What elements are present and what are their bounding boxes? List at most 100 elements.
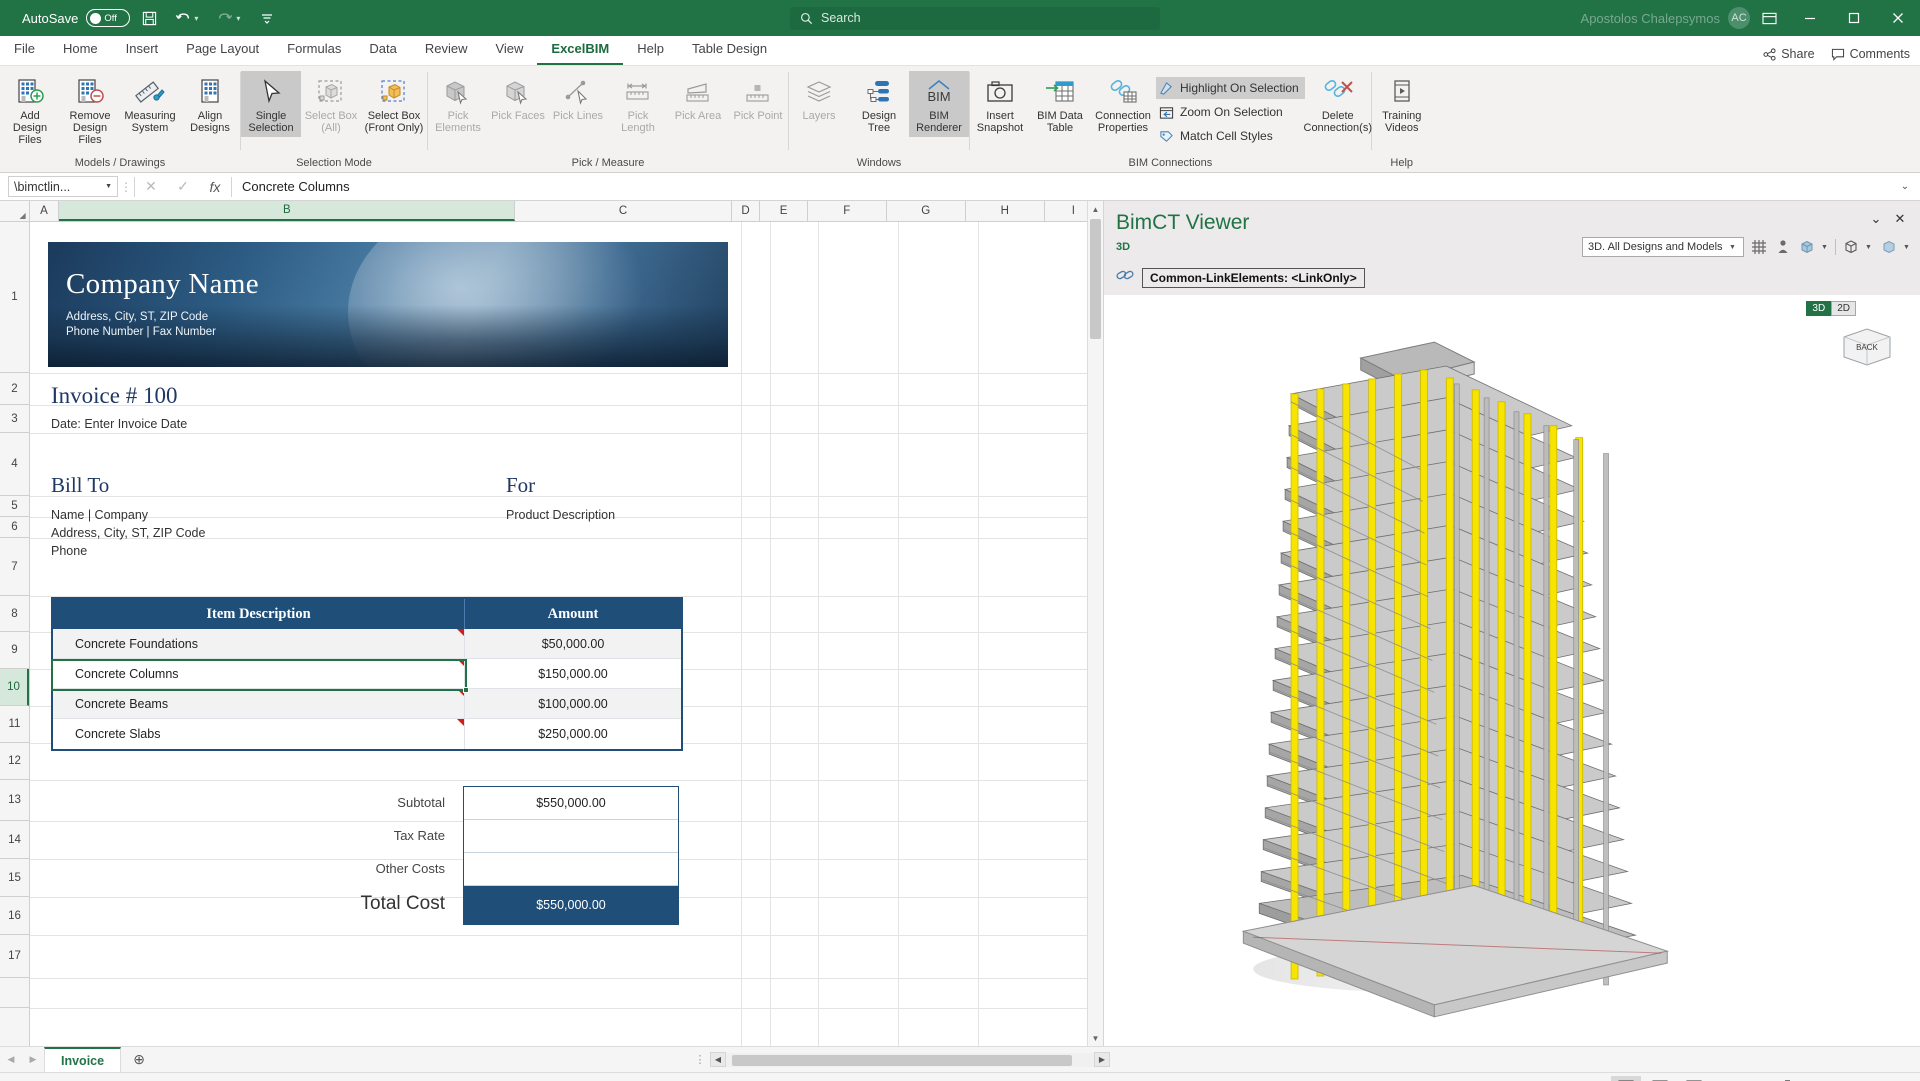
row-header-6[interactable]: 6 bbox=[0, 517, 29, 538]
horizontal-scroll-thumb[interactable] bbox=[732, 1055, 1072, 1066]
table-row[interactable]: Concrete Slabs $250,000.00 bbox=[53, 719, 681, 749]
item-description-cell[interactable]: Concrete Columns bbox=[53, 659, 465, 688]
badge-3d[interactable]: 3D bbox=[1806, 301, 1831, 316]
bim-renderer-button[interactable]: BIM BIM Renderer bbox=[909, 71, 969, 137]
autosave-switch[interactable]: Off bbox=[86, 9, 130, 27]
item-amount-cell[interactable]: $50,000.00 bbox=[465, 629, 681, 658]
table-row[interactable]: Concrete Columns $150,000.00 bbox=[53, 659, 681, 689]
zoom-on-selection-button[interactable]: Zoom On Selection bbox=[1156, 101, 1305, 123]
grid-toggle-icon[interactable] bbox=[1749, 238, 1768, 257]
horizontal-scroll-track[interactable] bbox=[726, 1053, 1094, 1067]
bim-data-table-button[interactable]: BIM Data Table bbox=[1030, 71, 1090, 137]
walk-person-icon[interactable] bbox=[1773, 238, 1792, 257]
tab-home[interactable]: Home bbox=[49, 37, 112, 65]
previous-sheet-icon[interactable]: ◀ bbox=[0, 1054, 22, 1065]
column-header-a[interactable]: A bbox=[30, 201, 60, 221]
subtotal-value[interactable]: $550,000.00 bbox=[464, 787, 678, 820]
customize-quick-access-icon[interactable] bbox=[252, 3, 282, 33]
training-videos-button[interactable]: Training Videos bbox=[1372, 71, 1432, 137]
table-row[interactable]: Concrete Foundations $50,000.00 bbox=[53, 629, 681, 659]
tab-insert[interactable]: Insert bbox=[112, 37, 173, 65]
row-header-3[interactable]: 3 bbox=[0, 405, 29, 433]
tab-file[interactable]: File bbox=[0, 37, 49, 65]
shading-icon[interactable] bbox=[1879, 238, 1898, 257]
column-header-d[interactable]: D bbox=[732, 201, 761, 221]
worksheet-canvas[interactable]: Company Name Address, City, ST, ZIP Code… bbox=[30, 222, 1103, 1046]
scroll-up-icon[interactable]: ▲ bbox=[1088, 201, 1103, 217]
sheet-tab-invoice[interactable]: Invoice bbox=[44, 1047, 121, 1073]
link-elements-label[interactable]: Common-LinkElements: <LinkOnly> bbox=[1142, 268, 1365, 288]
row-header-11[interactable]: 11 bbox=[0, 706, 29, 743]
name-box-caret-icon[interactable]: ▼ bbox=[105, 183, 112, 190]
tax-rate-value[interactable] bbox=[464, 820, 678, 853]
column-header-h[interactable]: H bbox=[966, 201, 1045, 221]
building-model-render[interactable] bbox=[1104, 295, 1920, 1046]
table-row[interactable]: Concrete Beams $100,000.00 bbox=[53, 689, 681, 719]
scroll-down-icon[interactable]: ▼ bbox=[1088, 1030, 1103, 1046]
account-name[interactable]: Apostolos Chalepsymos bbox=[1581, 11, 1720, 26]
insert-function-icon[interactable]: fx bbox=[199, 179, 231, 195]
column-header-b[interactable]: B bbox=[59, 201, 515, 221]
match-cell-styles-button[interactable]: Match Cell Styles bbox=[1156, 125, 1305, 147]
delete-connections-button[interactable]: Delete Connection(s) bbox=[1305, 71, 1371, 137]
enter-icon[interactable]: ✓ bbox=[167, 178, 199, 195]
tab-page-layout[interactable]: Page Layout bbox=[172, 37, 273, 65]
scroll-right-icon[interactable]: ▶ bbox=[1094, 1052, 1110, 1067]
view-cube-widget[interactable]: BACK bbox=[1836, 323, 1898, 371]
view-cube-icon[interactable] bbox=[1841, 238, 1860, 257]
split-handle[interactable]: ⋮ bbox=[690, 1053, 710, 1066]
tab-table-design[interactable]: Table Design bbox=[678, 37, 781, 65]
row-header-14[interactable]: 14 bbox=[0, 821, 29, 859]
row-header-2[interactable]: 2 bbox=[0, 373, 29, 405]
row-header-1[interactable]: 1 bbox=[0, 222, 29, 373]
highlight-on-selection-button[interactable]: Highlight On Selection bbox=[1156, 77, 1305, 99]
row-header-5[interactable]: 5 bbox=[0, 496, 29, 517]
name-box[interactable]: \bimctlin... ▼ bbox=[8, 176, 118, 197]
tab-help[interactable]: Help bbox=[623, 37, 678, 65]
total-cost-value[interactable]: $550,000.00 bbox=[464, 886, 678, 924]
vertical-scroll-thumb[interactable] bbox=[1090, 219, 1101, 339]
expand-formula-bar-icon[interactable]: ⌄ bbox=[1894, 181, 1916, 192]
connection-properties-button[interactable]: Connection Properties bbox=[1090, 71, 1156, 137]
item-amount-cell[interactable]: $250,000.00 bbox=[465, 719, 681, 749]
ribbon-display-options-icon[interactable] bbox=[1750, 0, 1788, 36]
tab-view[interactable]: View bbox=[481, 37, 537, 65]
undo-dropdown-caret[interactable]: ▾ bbox=[194, 14, 206, 23]
row-header-15[interactable]: 15 bbox=[0, 859, 29, 897]
normal-view-icon[interactable] bbox=[1611, 1076, 1641, 1081]
close-icon[interactable]: ✕ bbox=[1888, 211, 1912, 227]
row-header-9[interactable]: 9 bbox=[0, 632, 29, 669]
next-sheet-icon[interactable]: ▶ bbox=[22, 1054, 44, 1065]
render-style-icon[interactable] bbox=[1797, 238, 1816, 257]
measuring-system-button[interactable]: Measuring System bbox=[120, 71, 180, 137]
item-amount-cell[interactable]: $100,000.00 bbox=[465, 689, 681, 718]
avatar[interactable]: AC bbox=[1728, 7, 1750, 29]
chevron-down-icon[interactable]: ▼ bbox=[1865, 244, 1874, 251]
row-header-18[interactable] bbox=[0, 978, 29, 1008]
page-layout-view-icon[interactable] bbox=[1645, 1076, 1675, 1081]
tab-data[interactable]: Data bbox=[355, 37, 410, 65]
comments-button[interactable]: Comments bbox=[1831, 47, 1910, 61]
row-header-7[interactable]: 7 bbox=[0, 538, 29, 596]
save-icon[interactable] bbox=[134, 3, 164, 33]
close-icon[interactable] bbox=[1876, 0, 1920, 36]
column-header-g[interactable]: G bbox=[887, 201, 966, 221]
row-header-10[interactable]: 10 bbox=[0, 669, 29, 706]
row-header-17[interactable]: 17 bbox=[0, 935, 29, 978]
3d-viewport[interactable]: 3D 2D BACK bbox=[1104, 295, 1920, 1046]
select-box-front-button[interactable]: Select Box (Front Only) bbox=[361, 71, 427, 137]
select-all-corner-icon[interactable]: ◢ bbox=[0, 201, 30, 221]
formula-input[interactable]: Concrete Columns bbox=[232, 179, 1894, 194]
item-description-cell[interactable]: Concrete Slabs bbox=[53, 719, 465, 749]
row-header-8[interactable]: 8 bbox=[0, 596, 29, 632]
tab-formulas[interactable]: Formulas bbox=[273, 37, 355, 65]
row-header-13[interactable]: 13 bbox=[0, 780, 29, 821]
restore-icon[interactable] bbox=[1832, 0, 1876, 36]
add-design-files-button[interactable]: Add Design Files bbox=[0, 71, 60, 149]
share-button[interactable]: Share bbox=[1763, 47, 1814, 61]
column-header-f[interactable]: F bbox=[808, 201, 887, 221]
view-selector[interactable]: 3D. All Designs and Models ▼ bbox=[1582, 237, 1744, 257]
column-header-e[interactable]: E bbox=[760, 201, 807, 221]
design-tree-button[interactable]: Design Tree bbox=[849, 71, 909, 137]
horizontal-scrollbar[interactable]: ⋮ ◀ ▶ bbox=[690, 1047, 1110, 1073]
